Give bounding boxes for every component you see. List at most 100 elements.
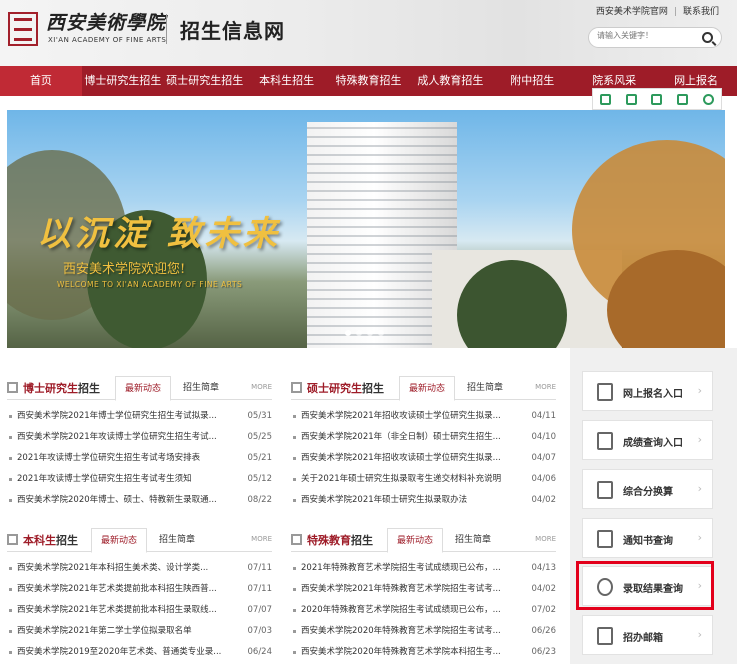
panel-title: 硕士研究生招生: [307, 382, 384, 395]
admission-email-button[interactable]: 招办邮箱 ›: [582, 615, 713, 655]
highlight-box: [576, 561, 714, 610]
more-link[interactable]: MORE: [251, 535, 272, 543]
carousel-dot[interactable]: [345, 330, 351, 336]
tab-admission-guide[interactable]: 招生简章: [457, 376, 513, 401]
page-toolbar: [592, 88, 722, 110]
chevron-right-icon: ›: [697, 482, 702, 495]
official-site-link[interactable]: 西安美术学院官网: [596, 7, 668, 17]
top-links: 西安美术学院官网 | 联系我们: [595, 7, 719, 17]
settings-icon[interactable]: [702, 93, 714, 105]
site-header: 西安美術學院 XI'AN ACADEMY OF FINE ARTS 招生信息网 …: [0, 0, 737, 66]
chevron-right-icon: ›: [697, 531, 702, 544]
news-item[interactable]: 西安美术学院2019至2020年艺术类、普通类专业录... 06/24: [7, 642, 272, 663]
page-icon[interactable]: [600, 93, 612, 105]
logo-chinese-name[interactable]: 西安美術學院: [46, 8, 166, 35]
tab-admission-guide[interactable]: 招生简章: [445, 528, 501, 553]
news-item[interactable]: 西安美术学院2021年招收攻读硕士学位研究生拟录... 04/11: [291, 406, 556, 427]
fullscreen-icon[interactable]: [625, 93, 637, 105]
button-label: 综合分换算: [623, 487, 673, 498]
news-item[interactable]: 西安美术学院2021年攻读博士学位研究生招生考试... 05/25: [7, 427, 272, 448]
search-icon[interactable]: [702, 32, 713, 43]
nav-item-affiliated-school[interactable]: 附中招生: [491, 66, 573, 96]
news-item[interactable]: 2020年特殊教育艺术学院招生考试成绩现已公布，... 07/02: [291, 600, 556, 621]
banner-slogan: 以沉淀 致未来: [37, 214, 281, 254]
online-registration-button[interactable]: 网上报名入口 ›: [582, 371, 713, 411]
news-item[interactable]: 西安美术学院2021年本科招生美术类、设计学类... 07/11: [7, 558, 272, 579]
site-name: 招生信息网: [180, 19, 285, 43]
tab-latest-news[interactable]: 最新动态: [399, 376, 455, 401]
more-link[interactable]: MORE: [535, 383, 556, 391]
panel-title: 特殊教育招生: [307, 534, 373, 547]
banner-welcome-en: WELCOME TO XI'AN ACADEMY OF FINE ARTS: [57, 280, 243, 289]
mail-icon: [597, 627, 613, 645]
tab-latest-news[interactable]: 最新动态: [115, 376, 171, 401]
panel-master: 硕士研究生招生 最新动态 招生简章 MORE 西安美术学院2021年招收攻读硕士…: [291, 376, 556, 511]
score-query-button[interactable]: 成绩查询入口 ›: [582, 420, 713, 460]
contact-us-link[interactable]: 联系我们: [683, 7, 719, 17]
share-icon[interactable]: [677, 93, 689, 105]
panel-undergraduate-icon: [7, 534, 18, 545]
save-icon[interactable]: [651, 93, 663, 105]
form-icon: [597, 383, 613, 401]
nav-item-master[interactable]: 硕士研究生招生: [164, 66, 246, 96]
panel-undergraduate: 本科生招生 最新动态 招生简章 MORE 西安美术学院2021年本科招生美术类、…: [7, 528, 272, 663]
more-link[interactable]: MORE: [251, 383, 272, 391]
news-item[interactable]: 关于2021年硕士研究生拟录取考生递交材料补充说明 04/06: [291, 469, 556, 490]
tab-admission-guide[interactable]: 招生简章: [173, 376, 229, 401]
search-input[interactable]: [597, 31, 697, 40]
tab-latest-news[interactable]: 最新动态: [387, 528, 443, 553]
carousel-dot[interactable]: [367, 330, 373, 336]
chevron-right-icon: ›: [697, 433, 702, 446]
search-box: [588, 27, 722, 48]
more-link[interactable]: MORE: [535, 535, 556, 543]
notice-icon: [597, 530, 613, 548]
news-item[interactable]: 西安美术学院2020年特殊教育艺术学院招生考试考... 06/26: [291, 621, 556, 642]
button-label: 招办邮箱: [623, 633, 663, 644]
calculator-icon: [597, 481, 613, 499]
quick-links-sidebar: 网上报名入口 › 成绩查询入口 › 综合分换算 › 通知书查询 › 录取结果查询…: [570, 348, 737, 664]
news-item[interactable]: 西安美术学院2020年博士、硕士、特教新生录取通... 08/22: [7, 490, 272, 511]
news-item[interactable]: 西安美术学院2021年艺术类提前批本科招生录取线... 07/07: [7, 600, 272, 621]
button-label: 通知书查询: [623, 536, 673, 547]
tab-admission-guide[interactable]: 招生简章: [149, 528, 205, 553]
news-item[interactable]: 西安美术学院2021年（非全日制）硕士研究生招生... 04/10: [291, 427, 556, 448]
button-label: 网上报名入口: [623, 389, 683, 400]
chevron-right-icon: ›: [697, 384, 702, 397]
hero-banner[interactable]: 以沉淀 致未来 西安美术学院欢迎您! WELCOME TO XI'AN ACAD…: [7, 110, 725, 348]
news-item[interactable]: 西安美术学院2021年艺术类提前批本科招生陕西普... 07/11: [7, 579, 272, 600]
notice-query-button[interactable]: 通知书查询 ›: [582, 518, 713, 558]
news-item[interactable]: 2021年攻读博士学位研究生招生考试考场安排表 05/21: [7, 448, 272, 469]
panel-special-education-icon: [291, 534, 302, 545]
panel-phd: 博士研究生招生 最新动态 招生简章 MORE 西安美术学院2021年博士学位研究…: [7, 376, 272, 511]
panel-master-icon: [291, 382, 302, 393]
panel-title: 本科生招生: [23, 534, 78, 547]
logo-divider: [166, 14, 167, 44]
panel-title: 博士研究生招生: [23, 382, 100, 395]
nav-item-undergraduate[interactable]: 本科生招生: [246, 66, 328, 96]
tab-latest-news[interactable]: 最新动态: [91, 528, 147, 553]
banner-welcome-cn: 西安美术学院欢迎您!: [63, 262, 186, 277]
carousel-dot[interactable]: [378, 330, 384, 336]
nav-item-special-education[interactable]: 特殊教育招生: [328, 66, 410, 96]
logo-english-name: XI'AN ACADEMY OF FINE ARTS: [48, 36, 167, 44]
news-item[interactable]: 西安美术学院2021年特殊教育艺术学院招生考试考... 04/02: [291, 579, 556, 600]
chevron-right-icon: ›: [697, 628, 702, 641]
news-item[interactable]: 西安美术学院2021年硕士研究生拟录取办法 04/02: [291, 490, 556, 511]
panel-phd-icon: [7, 382, 18, 393]
search-doc-icon: [597, 432, 613, 450]
score-conversion-button[interactable]: 综合分换算 ›: [582, 469, 713, 509]
nav-item-home[interactable]: 首页: [0, 66, 82, 96]
carousel-dots: [345, 330, 384, 336]
news-item[interactable]: 西安美术学院2021年第二学士学位拟录取名单 07/03: [7, 621, 272, 642]
news-item[interactable]: 西安美术学院2021年博士学位研究生招生考试拟录... 05/31: [7, 406, 272, 427]
nav-item-phd[interactable]: 博士研究生招生: [82, 66, 164, 96]
news-item[interactable]: 2021年攻读博士学位研究生招生考试考生须知 05/12: [7, 469, 272, 490]
carousel-dot[interactable]: [356, 330, 362, 336]
news-item[interactable]: 西安美术学院2020年特殊教育艺术学院本科招生考... 06/23: [291, 642, 556, 663]
panel-special-education: 特殊教育招生 最新动态 招生简章 MORE 2021年特殊教育艺术学院招生考试成…: [291, 528, 556, 663]
button-label: 成绩查询入口: [623, 438, 683, 449]
academy-seal-logo[interactable]: [8, 12, 38, 46]
news-item[interactable]: 2021年特殊教育艺术学院招生考试成绩现已公布，... 04/13: [291, 558, 556, 579]
nav-item-adult-education[interactable]: 成人教育招生: [409, 66, 491, 96]
news-item[interactable]: 西安美术学院2021年招收攻读硕士学位研究生拟录... 04/07: [291, 448, 556, 469]
